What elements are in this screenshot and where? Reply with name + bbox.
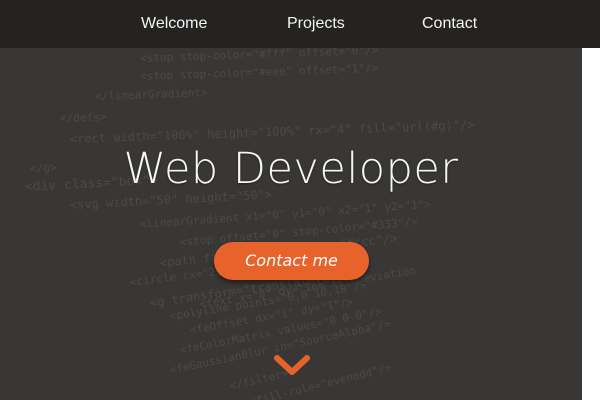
page: Welcome Projects Contact <stop stop-colo… — [0, 0, 600, 400]
code-line: </defs> — [59, 110, 107, 125]
top-navbar: Welcome Projects Contact — [0, 0, 600, 48]
code-line: </linearGradient> — [94, 86, 208, 103]
contact-me-button[interactable]: Contact me — [214, 242, 369, 280]
page-scrollbar-gutter — [582, 48, 600, 400]
code-line: <rect width="100%" height="100%" rx="4" … — [69, 117, 475, 146]
nav-link-welcome[interactable]: Welcome — [141, 0, 207, 48]
code-background: <stop stop-color="#fff" offset="0"/> <sto… — [0, 48, 582, 400]
nav-link-contact[interactable]: Contact — [422, 0, 477, 48]
code-line: <stop stop-color="#eee" offset="1"/> — [139, 61, 379, 83]
hero-section: <stop stop-color="#fff" offset="0"/> <sto… — [0, 48, 582, 400]
nav-link-projects[interactable]: Projects — [287, 0, 345, 48]
hero-title: Web Developer — [123, 144, 459, 194]
chevron-down-icon[interactable] — [273, 353, 311, 377]
